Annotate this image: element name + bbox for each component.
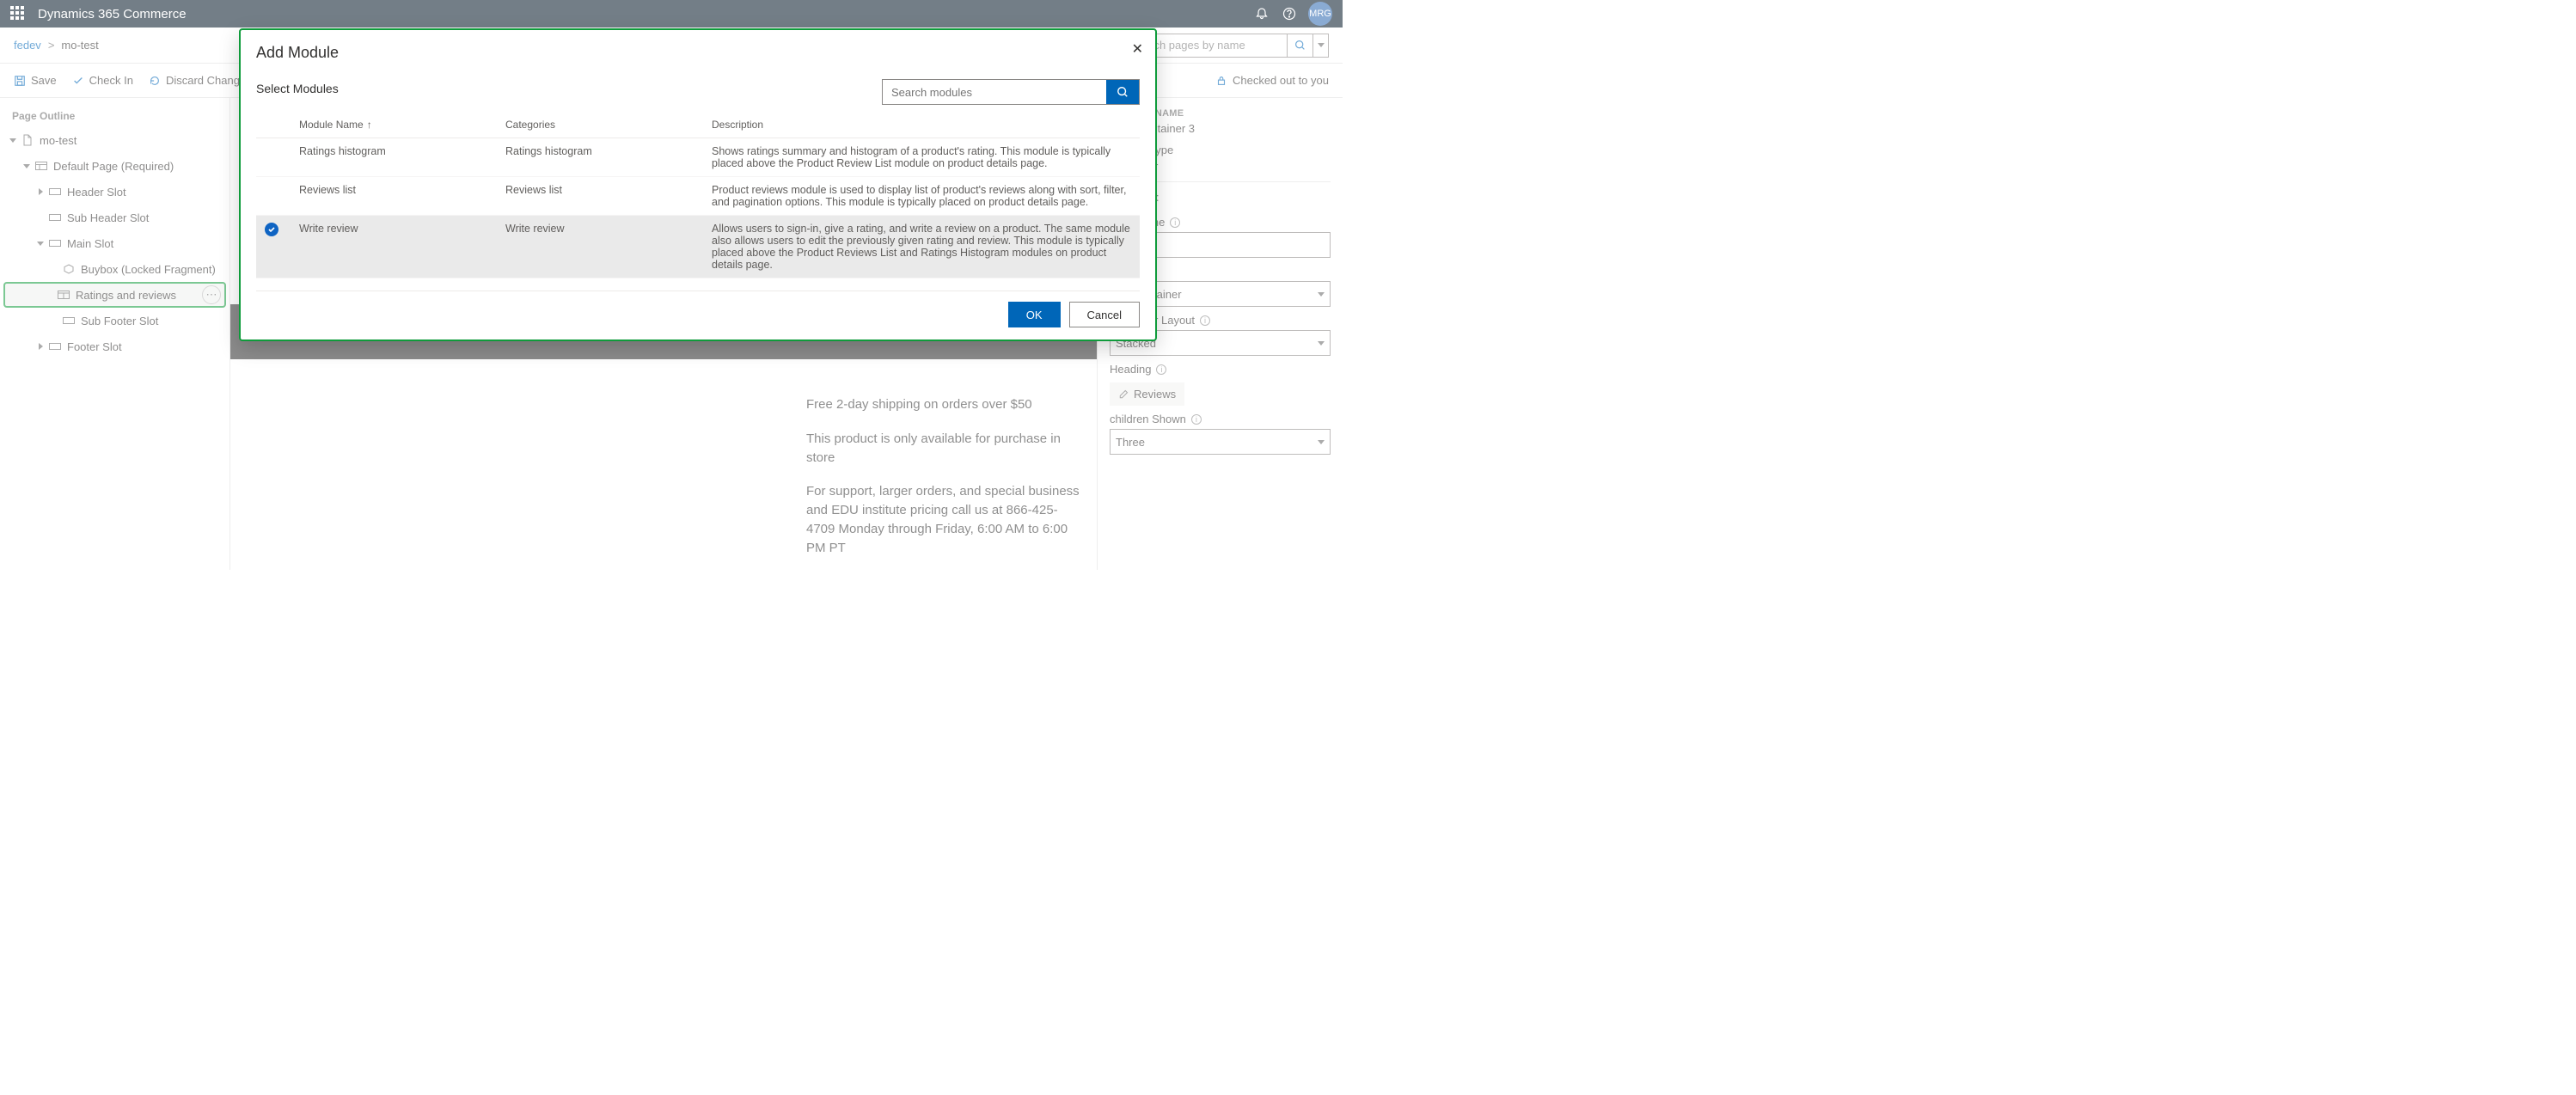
module-category-cell: Reviews list <box>497 177 703 216</box>
tree-buybox[interactable]: Buybox (Locked Fragment) <box>3 256 226 282</box>
breadcrumb-separator: > <box>48 39 55 52</box>
dialog-close-button[interactable]: ✕ <box>1132 40 1143 58</box>
slot-icon <box>48 188 62 195</box>
cancel-button[interactable]: Cancel <box>1069 302 1140 327</box>
availability-text: This product is only available for purch… <box>806 430 1081 468</box>
module-name-cell: Write review <box>291 216 497 278</box>
module-search-input[interactable] <box>883 80 1106 104</box>
tree-ratings-reviews[interactable]: Ratings and reviews ⋯ <box>3 282 226 308</box>
tree-sub-header-slot[interactable]: Sub Header Slot <box>3 205 226 230</box>
layout-icon <box>34 162 48 170</box>
help-icon[interactable] <box>1276 0 1303 28</box>
support-text: For support, larger orders, and special … <box>806 482 1081 557</box>
tree-default-page[interactable]: Default Page (Required) <box>3 153 226 179</box>
col-description[interactable]: Description <box>703 112 1140 138</box>
slot-icon <box>48 240 62 247</box>
brand-name: Dynamics 365 Commerce <box>38 7 187 21</box>
save-label: Save <box>31 74 57 87</box>
slot-icon <box>48 343 62 350</box>
checkin-button[interactable]: Check In <box>72 74 133 87</box>
lock-icon <box>1215 75 1227 87</box>
selected-check-icon <box>265 223 278 236</box>
module-description-cell: Shows ratings summary and histogram of a… <box>703 138 1140 177</box>
module-description-cell: Allows users to sign-in, give a rating, … <box>703 216 1140 278</box>
children-shown-select[interactable]: Three <box>1110 429 1331 455</box>
module-description-cell: Product reviews module is used to displa… <box>703 177 1140 216</box>
tree-main-slot[interactable]: Main Slot <box>3 230 226 256</box>
sort-asc-icon: ↑ <box>367 119 372 131</box>
breadcrumb-root[interactable]: fedev <box>14 39 41 52</box>
info-icon[interactable]: i <box>1191 414 1202 425</box>
tree-header-slot[interactable]: Header Slot <box>3 179 226 205</box>
add-module-dialog: Add Module ✕ Select Modules Module Name↑… <box>239 28 1157 341</box>
shipping-text: Free 2-day shipping on orders over $50 <box>806 395 1081 414</box>
user-avatar[interactable]: MRG <box>1308 2 1332 26</box>
dialog-subtitle: Select Modules <box>256 82 339 95</box>
col-categories[interactable]: Categories <box>497 112 703 138</box>
children-shown-label: children Showni <box>1110 413 1331 425</box>
module-search <box>882 79 1140 105</box>
tree-sub-footer-slot[interactable]: Sub Footer Slot <box>3 308 226 333</box>
info-icon[interactable]: i <box>1156 364 1166 375</box>
slot-icon <box>48 214 62 221</box>
page-outline-title: Page Outline <box>3 105 226 127</box>
product-copy: Free 2-day shipping on orders over $50 T… <box>806 395 1081 570</box>
page-search-dropdown[interactable] <box>1312 34 1328 57</box>
page-outline-panel: Page Outline mo-test Default Page (Requi… <box>0 98 230 570</box>
page-search-button[interactable] <box>1287 34 1312 57</box>
module-name-cell: Reviews list <box>291 177 497 216</box>
module-search-button[interactable] <box>1106 80 1139 104</box>
col-module-name[interactable]: Module Name↑ <box>291 112 497 138</box>
ok-button[interactable]: OK <box>1008 302 1061 327</box>
slot-icon <box>62 317 76 324</box>
page-icon <box>21 134 34 146</box>
tree-item-more-button[interactable]: ⋯ <box>202 285 221 304</box>
tree-root[interactable]: mo-test <box>3 127 226 153</box>
waffle-icon[interactable] <box>10 6 26 21</box>
modules-table: Module Name↑ Categories Description Rati… <box>256 112 1140 278</box>
top-bar: Dynamics 365 Commerce MRG <box>0 0 1343 28</box>
tree-footer-slot[interactable]: Footer Slot <box>3 333 226 359</box>
heading-label: Headingi <box>1110 363 1331 376</box>
container-icon <box>57 291 70 299</box>
checkin-label: Check In <box>89 74 133 87</box>
save-button[interactable]: Save <box>14 74 57 87</box>
discard-button[interactable]: Discard Changes <box>149 74 252 87</box>
module-row[interactable]: Write reviewWrite reviewAllows users to … <box>256 216 1140 278</box>
info-icon[interactable]: i <box>1200 315 1210 326</box>
module-category-cell: Write review <box>497 216 703 278</box>
module-row[interactable]: Reviews listReviews listProduct reviews … <box>256 177 1140 216</box>
module-row[interactable]: Ratings histogramRatings histogramShows … <box>256 138 1140 177</box>
checked-out-status: Checked out to you <box>1215 74 1329 87</box>
edit-icon <box>1118 389 1129 400</box>
heading-chip[interactable]: Reviews <box>1110 382 1184 406</box>
notifications-icon[interactable] <box>1248 0 1276 28</box>
breadcrumb-current[interactable]: mo-test <box>61 39 98 52</box>
fragment-icon <box>62 264 76 274</box>
module-category-cell: Ratings histogram <box>497 138 703 177</box>
module-name-cell: Ratings histogram <box>291 138 497 177</box>
dialog-title: Add Module <box>256 44 1140 62</box>
info-icon[interactable]: i <box>1170 217 1180 228</box>
